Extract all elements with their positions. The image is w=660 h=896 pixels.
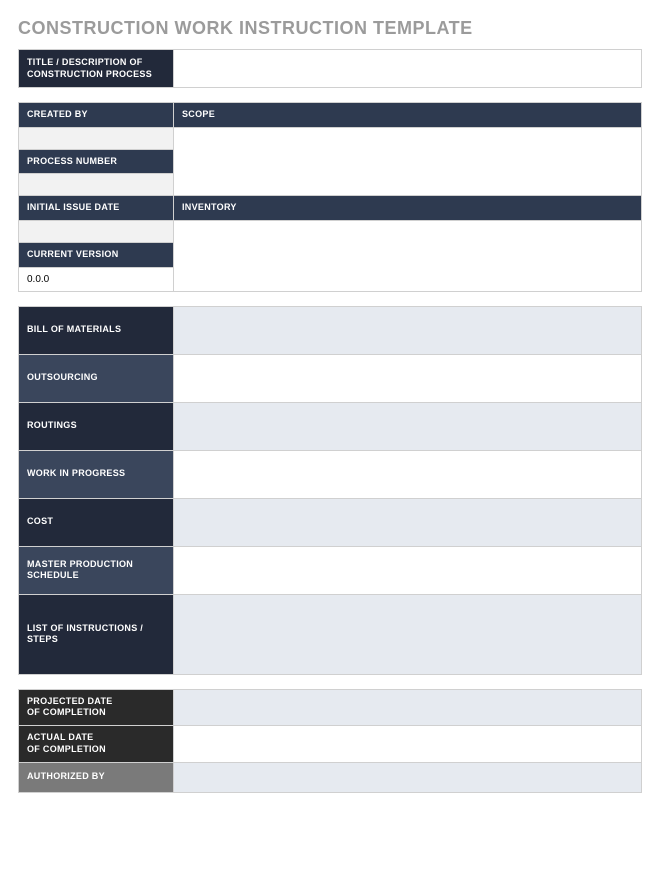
body-row-label-4: COST [19,498,174,546]
scope-value[interactable] [174,127,642,196]
page-title: CONSTRUCTION WORK INSTRUCTION TEMPLATE [18,18,642,39]
body-row-value-1[interactable] [174,354,642,402]
actual-date-value[interactable] [174,726,642,762]
body-row-label-1: OUTSOURCING [19,354,174,402]
created-by-label: CREATED BY [19,103,174,128]
body-row-value-0[interactable] [174,306,642,354]
initial-issue-date-value[interactable] [19,221,174,243]
section-footer: PROJECTED DATE OF COMPLETION ACTUAL DATE… [18,689,642,793]
created-by-value[interactable] [19,127,174,149]
body-row-value-6[interactable] [174,594,642,674]
body-row-label-6: LIST OF INSTRUCTIONS / STEPS [19,594,174,674]
process-number-value[interactable] [19,174,174,196]
body-row-value-5[interactable] [174,546,642,594]
process-number-label: PROCESS NUMBER [19,149,174,174]
title-desc-label: TITLE / DESCRIPTION OF CONSTRUCTION PROC… [19,50,174,88]
inventory-value[interactable] [174,221,642,292]
body-row-label-2: ROUTINGS [19,402,174,450]
projected-date-value[interactable] [174,689,642,725]
scope-label: SCOPE [174,103,642,128]
section-meta: CREATED BY SCOPE PROCESS NUMBER INITIAL … [18,102,642,292]
body-row-label-3: WORK IN PROGRESS [19,450,174,498]
actual-date-label: ACTUAL DATE OF COMPLETION [19,726,174,762]
body-row-value-2[interactable] [174,402,642,450]
inventory-label: INVENTORY [174,196,642,221]
initial-issue-date-label: INITIAL ISSUE DATE [19,196,174,221]
body-row-value-4[interactable] [174,498,642,546]
current-version-label: CURRENT VERSION [19,243,174,268]
section-body: BILL OF MATERIALSOUTSOURCINGROUTINGSWORK… [18,306,642,675]
authorized-by-label: AUTHORIZED BY [19,762,174,792]
body-row-label-5: MASTER PRODUCTION SCHEDULE [19,546,174,594]
title-desc-value[interactable] [174,50,642,88]
authorized-by-value[interactable] [174,762,642,792]
current-version-value[interactable]: 0.0.0 [19,267,174,291]
body-row-label-0: BILL OF MATERIALS [19,306,174,354]
body-row-value-3[interactable] [174,450,642,498]
section-title-desc: TITLE / DESCRIPTION OF CONSTRUCTION PROC… [18,49,642,88]
projected-date-label: PROJECTED DATE OF COMPLETION [19,689,174,725]
